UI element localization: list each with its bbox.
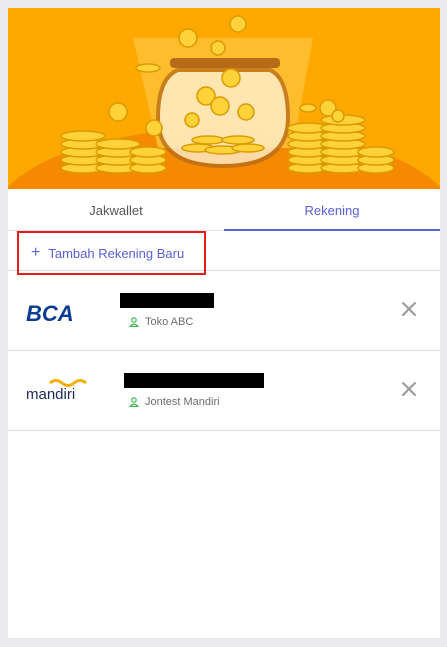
user-icon [129, 397, 139, 407]
tab-jakwallet[interactable]: Jakwallet [8, 189, 224, 231]
close-icon[interactable] [400, 300, 418, 318]
mandiri-logo-text: mandiri [26, 386, 75, 403]
hero-banner [8, 8, 440, 189]
tab-rekening[interactable]: Rekening [224, 189, 440, 231]
plus-icon: + [31, 244, 41, 261]
account-item-mandiri[interactable]: mandiri Jontest Mandiri [8, 351, 440, 431]
coin-jar-illustration [8, 8, 440, 189]
add-account-row: + Tambah Rekening Baru [8, 231, 440, 275]
account-card: Jakwallet Rekening + Tambah Rekening Bar… [8, 8, 440, 638]
tab-bar: Jakwallet Rekening [8, 189, 440, 231]
bca-logo-text: BCA [26, 301, 74, 325]
close-icon[interactable] [400, 380, 418, 398]
bca-logo: BCA [26, 301, 74, 325]
account-holder-row: Jontest Mandiri [129, 396, 220, 408]
account-holder-name: Toko ABC [145, 316, 194, 328]
add-account-label: Tambah Rekening Baru [48, 245, 185, 261]
account-holder-row: Toko ABC [129, 316, 193, 328]
account-number-redacted [124, 373, 264, 388]
user-icon [129, 317, 139, 327]
account-number-redacted [120, 293, 214, 308]
account-item-bca[interactable]: BCA Toko ABC [8, 271, 440, 351]
add-account-button[interactable]: + Tambah Rekening Baru [17, 231, 206, 275]
account-holder-name: Jontest Mandiri [145, 396, 220, 408]
mandiri-logo: mandiri [26, 379, 87, 403]
